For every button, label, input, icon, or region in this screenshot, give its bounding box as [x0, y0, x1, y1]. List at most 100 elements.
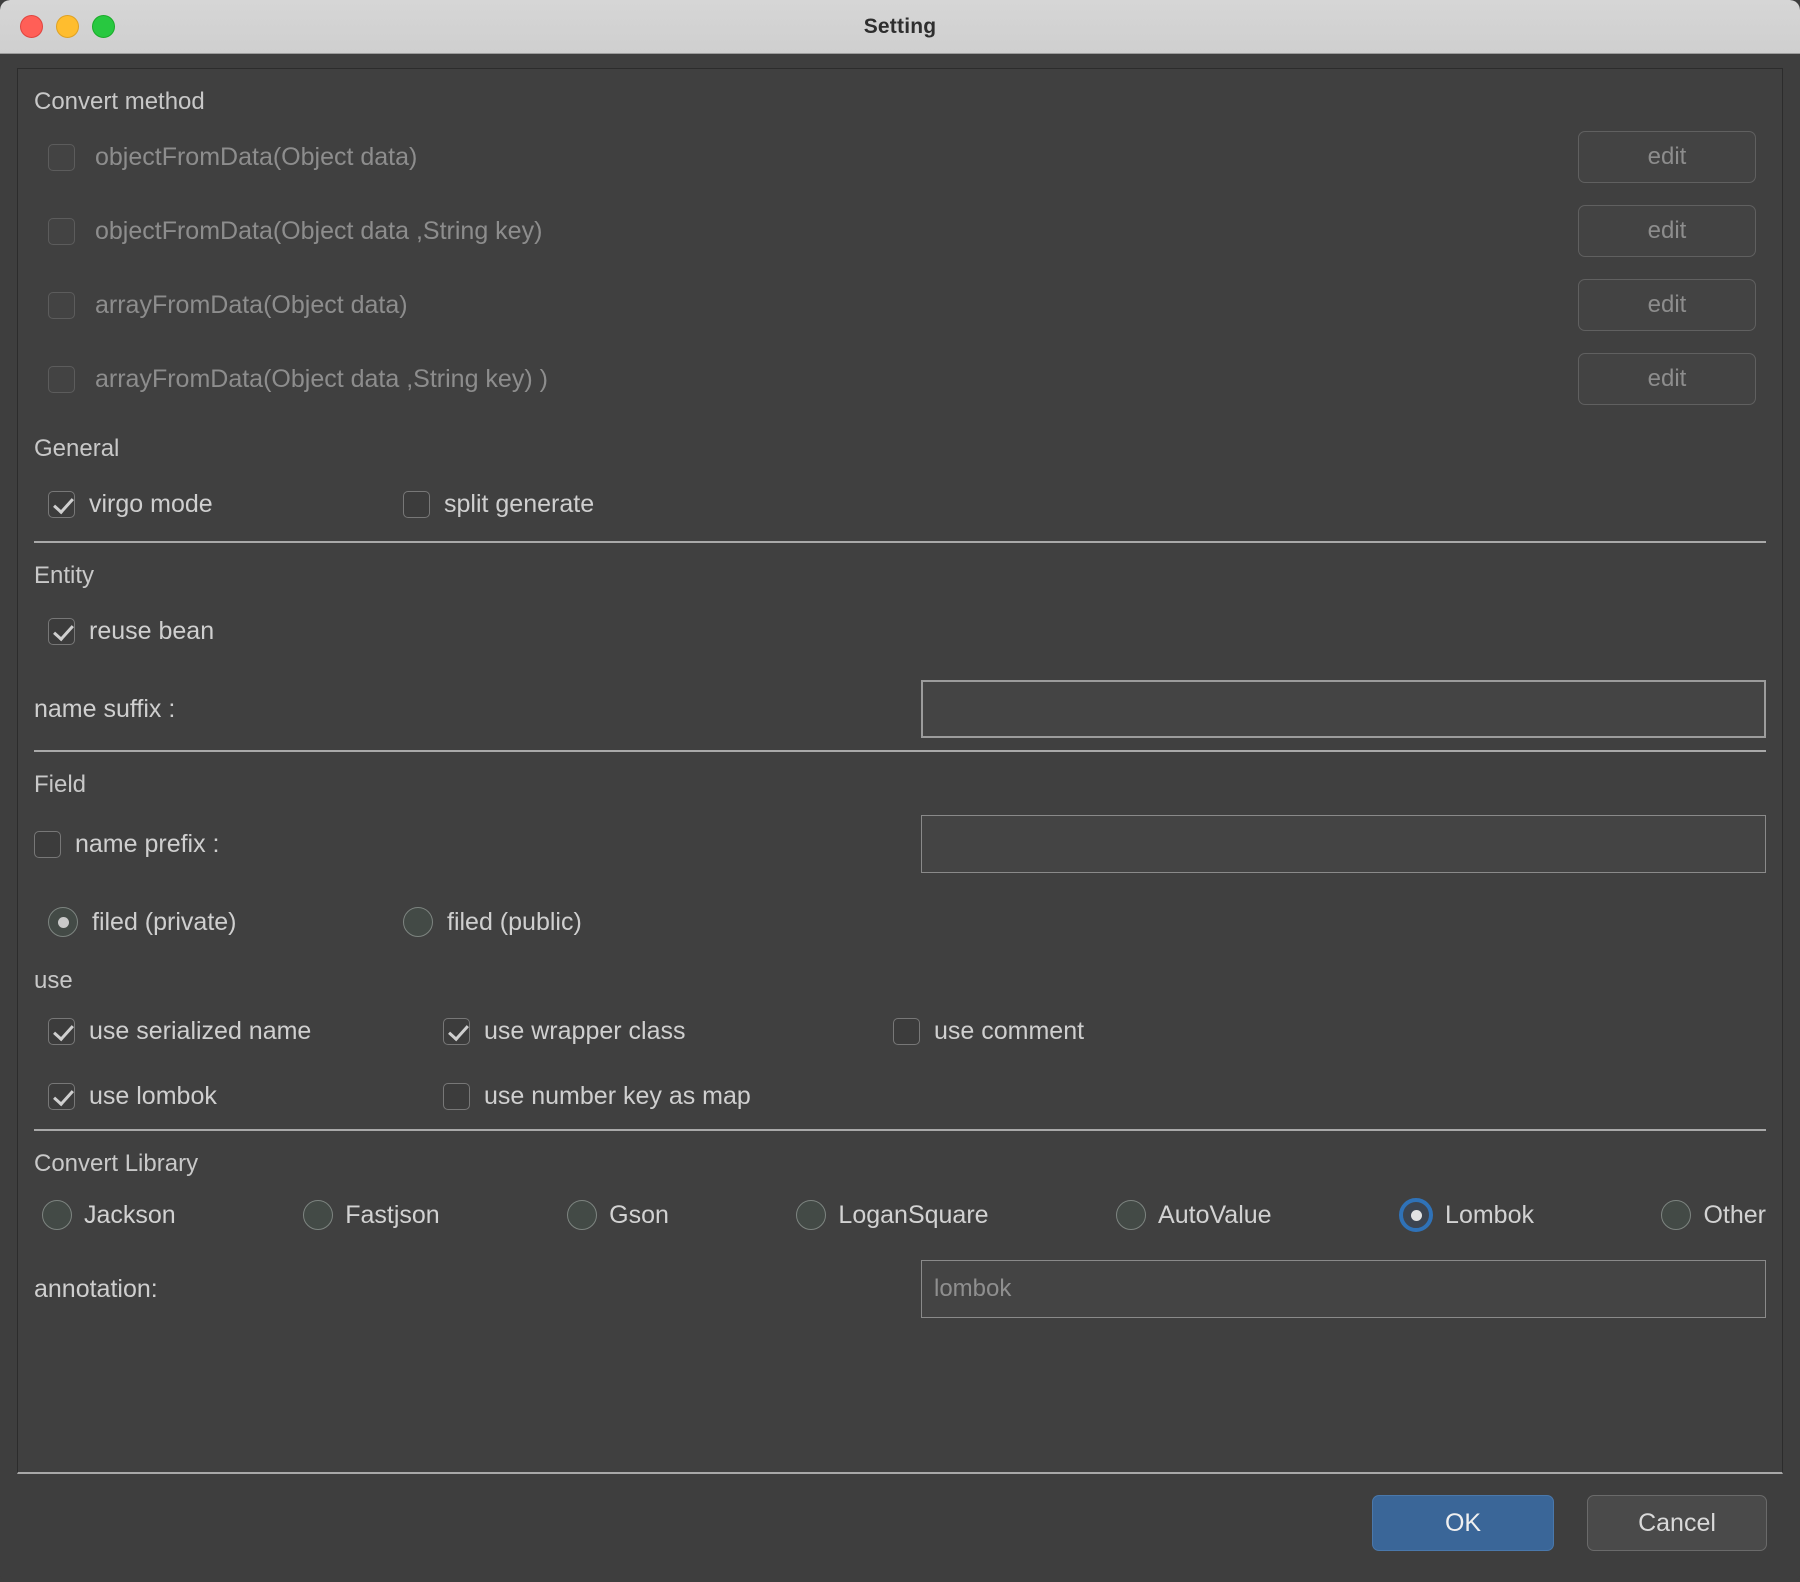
section-title-use: use — [34, 967, 73, 994]
section-title-convert-library: Convert Library — [34, 1150, 199, 1177]
checkbox-name-prefix-box[interactable] — [34, 830, 61, 858]
radio-filed-private[interactable]: filed (private) — [48, 907, 403, 937]
cancel-button[interactable]: Cancel — [1587, 1495, 1767, 1551]
radio-library-jackson[interactable]: Jackson — [42, 1200, 176, 1230]
radio-library-lombok[interactable]: Lombok — [1399, 1198, 1534, 1232]
setting-dialog-window: Setting Convert method objectFromData(Ob… — [0, 0, 1800, 1582]
checkbox-use-serialized-name-box[interactable] — [48, 1018, 75, 1045]
name-suffix-row: name suffix : — [34, 668, 1766, 750]
radio-library-other-circle[interactable] — [1661, 1200, 1692, 1230]
checkbox-virgo-mode[interactable]: virgo mode — [48, 490, 403, 519]
radio-library-lombok-label: Lombok — [1445, 1200, 1534, 1229]
checkbox-use-comment-label: use comment — [934, 1017, 1085, 1045]
section-title-entity: Entity — [34, 562, 95, 589]
checkbox-object-from-data-key[interactable] — [48, 217, 75, 245]
checkbox-use-serialized-name-label: use serialized name — [89, 1017, 312, 1045]
annotation-input[interactable] — [921, 1260, 1766, 1318]
settings-panel: Convert method objectFromData(Object dat… — [17, 68, 1783, 1474]
checkbox-name-prefix[interactable]: name prefix : — [34, 830, 220, 859]
name-prefix-row: name prefix : — [34, 803, 1766, 885]
checkbox-use-comment-box[interactable] — [893, 1018, 920, 1045]
radio-library-logansquare-circle[interactable] — [796, 1200, 827, 1230]
annotation-row: annotation: — [34, 1248, 1766, 1330]
checkbox-object-from-data[interactable] — [48, 143, 75, 171]
checkbox-reuse-bean-box[interactable] — [48, 617, 75, 645]
checkbox-use-number-key-as-map-box[interactable] — [443, 1083, 470, 1110]
checkbox-name-prefix-label: name prefix : — [75, 829, 220, 858]
convert-method-row[interactable]: arrayFromData(Object data ,String key) )… — [34, 342, 1766, 416]
field-visibility-row: filed (private) filed (public) — [34, 885, 1766, 959]
minimize-button-icon[interactable] — [56, 15, 79, 38]
checkbox-use-wrapper-class-label: use wrapper class — [484, 1017, 686, 1045]
dialog-body: Convert method objectFromData(Object dat… — [0, 54, 1800, 1474]
section-title-field: Field — [34, 771, 87, 798]
radio-library-logansquare-label: LoganSquare — [838, 1200, 989, 1229]
radio-filed-public-label: filed (public) — [447, 907, 582, 936]
edit-button-object-from-data[interactable]: edit — [1578, 131, 1756, 183]
checkbox-virgo-mode-box[interactable] — [48, 490, 75, 518]
convert-method-label: arrayFromData(Object data ,String key) ) — [95, 364, 548, 393]
radio-filed-public-circle[interactable] — [403, 907, 433, 937]
convert-method-row[interactable]: arrayFromData(Object data) edit — [34, 268, 1766, 342]
convert-method-row[interactable]: objectFromData(Object data ,String key) … — [34, 194, 1766, 268]
checkbox-split-generate[interactable]: split generate — [403, 490, 594, 519]
edit-button-array-from-data[interactable]: edit — [1578, 279, 1756, 331]
checkbox-use-serialized-name[interactable]: use serialized name — [48, 1017, 443, 1046]
edit-button-array-from-data-key[interactable]: edit — [1578, 353, 1756, 405]
radio-library-autovalue-circle[interactable] — [1116, 1200, 1147, 1230]
radio-library-gson[interactable]: Gson — [567, 1200, 669, 1230]
name-suffix-label: name suffix : — [34, 694, 176, 723]
convert-method-label: objectFromData(Object data) — [95, 142, 418, 171]
radio-library-fastjson[interactable]: Fastjson — [303, 1200, 440, 1230]
checkbox-use-number-key-as-map-label: use number key as map — [484, 1082, 751, 1110]
radio-library-logansquare[interactable]: LoganSquare — [796, 1200, 989, 1230]
checkbox-use-comment[interactable]: use comment — [893, 1017, 1084, 1046]
convert-library-options-row: Jackson Fastjson Gson LoganSquare AutoVa… — [34, 1182, 1766, 1248]
checkbox-split-generate-box[interactable] — [403, 490, 430, 518]
window-title: Setting — [863, 14, 937, 38]
checkbox-array-from-data-key[interactable] — [48, 365, 75, 393]
radio-library-jackson-label: Jackson — [84, 1200, 176, 1229]
radio-library-autovalue[interactable]: AutoValue — [1116, 1200, 1272, 1230]
edit-button-object-from-data-key[interactable]: edit — [1578, 205, 1756, 257]
radio-filed-private-label: filed (private) — [92, 907, 237, 936]
checkbox-use-lombok[interactable]: use lombok — [48, 1082, 443, 1111]
checkbox-use-lombok-label: use lombok — [89, 1082, 217, 1110]
name-prefix-input[interactable] — [921, 815, 1766, 873]
section-title-convert-method: Convert method — [34, 88, 205, 115]
convert-method-label: arrayFromData(Object data) — [95, 290, 408, 319]
radio-library-other[interactable]: Other — [1661, 1200, 1766, 1230]
annotation-label: annotation: — [34, 1274, 158, 1303]
radio-library-gson-label: Gson — [609, 1200, 669, 1229]
convert-method-row[interactable]: objectFromData(Object data) edit — [34, 120, 1766, 194]
use-options-row-1: use serialized name use wrapper class us… — [34, 999, 1766, 1064]
use-options-row-2: use lombok use number key as map — [34, 1064, 1766, 1129]
name-suffix-input[interactable] — [921, 680, 1766, 738]
radio-filed-public[interactable]: filed (public) — [403, 907, 582, 937]
close-button-icon[interactable] — [20, 15, 43, 38]
checkbox-array-from-data[interactable] — [48, 291, 75, 319]
checkbox-use-lombok-box[interactable] — [48, 1083, 75, 1110]
ok-button[interactable]: OK — [1372, 1495, 1554, 1551]
checkbox-split-generate-label: split generate — [444, 489, 595, 518]
checkbox-use-number-key-as-map[interactable]: use number key as map — [443, 1082, 751, 1111]
radio-library-autovalue-label: AutoValue — [1158, 1200, 1272, 1229]
general-options-row: virgo mode split generate — [34, 467, 1766, 541]
entity-options-row: reuse bean — [34, 594, 1766, 668]
convert-method-label: objectFromData(Object data ,String key) — [95, 216, 543, 245]
radio-library-fastjson-circle[interactable] — [303, 1200, 334, 1230]
radio-library-gson-circle[interactable] — [567, 1200, 598, 1230]
window-titlebar: Setting — [0, 0, 1800, 54]
checkbox-virgo-mode-label: virgo mode — [89, 489, 213, 518]
dialog-footer: OK Cancel — [0, 1474, 1800, 1582]
radio-library-fastjson-label: Fastjson — [345, 1200, 440, 1229]
checkbox-use-wrapper-class-box[interactable] — [443, 1018, 470, 1045]
radio-library-lombok-circle[interactable] — [1399, 1198, 1434, 1232]
radio-filed-private-circle[interactable] — [48, 907, 78, 937]
traffic-light-group — [0, 15, 115, 38]
section-title-general: General — [34, 435, 120, 462]
zoom-button-icon[interactable] — [92, 15, 115, 38]
checkbox-reuse-bean[interactable]: reuse bean — [48, 617, 214, 646]
checkbox-use-wrapper-class[interactable]: use wrapper class — [443, 1017, 893, 1046]
radio-library-jackson-circle[interactable] — [42, 1200, 72, 1230]
